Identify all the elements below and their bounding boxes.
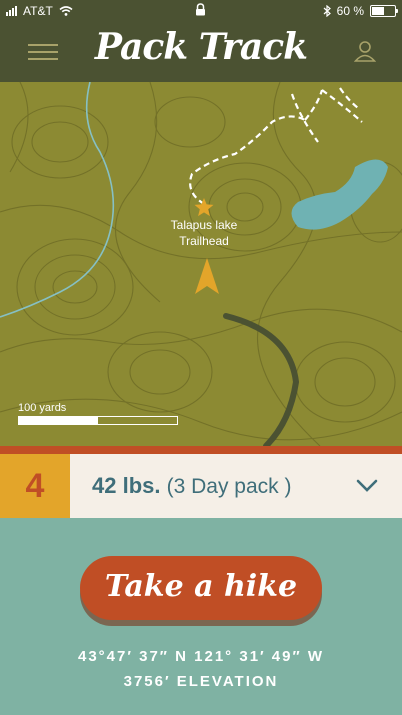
- direction-arrow-icon: [195, 258, 219, 294]
- status-right: 60 %: [323, 4, 398, 18]
- chevron-down-icon[interactable]: [356, 479, 378, 493]
- map-canvas: [0, 82, 402, 446]
- scale-bar: [18, 416, 178, 425]
- signal-icon: [6, 6, 17, 16]
- trail-map[interactable]: Talapus lake Trailhead 100 yards: [0, 82, 402, 446]
- wifi-icon: [59, 6, 73, 16]
- battery-icon: [370, 5, 398, 17]
- pack-description: (3 Day pack ): [166, 475, 292, 498]
- status-bar: AT&T 60 %: [0, 0, 402, 22]
- trailhead-label: Talapus lake Trailhead: [150, 217, 258, 249]
- elevation-text: 3756′ ELEVATION: [123, 673, 279, 690]
- trailhead-type: Trailhead: [179, 234, 229, 248]
- pack-count: 4: [0, 454, 70, 518]
- lock-icon: [196, 3, 205, 16]
- battery-percent: 60 %: [336, 4, 364, 18]
- pack-weight: 42 lbs.: [92, 473, 161, 498]
- coordinates-text: 43°47′ 37″ N 121° 31′ 49″ W: [77, 648, 324, 665]
- app-title: Pack Track: [94, 26, 308, 68]
- scale-label: 100 yards: [18, 402, 67, 414]
- bluetooth-icon: [323, 5, 331, 17]
- status-left: AT&T: [6, 4, 73, 18]
- map-scale: 100 yards: [18, 402, 178, 425]
- app-header: Pack Track: [0, 22, 402, 82]
- carrier-label: AT&T: [23, 4, 53, 18]
- pack-summary: 42 lbs. (3 Day pack ): [92, 473, 291, 499]
- star-icon[interactable]: [194, 198, 214, 217]
- take-a-hike-button[interactable]: Take a hike: [80, 556, 322, 620]
- pack-selector[interactable]: 4 42 lbs. (3 Day pack ): [0, 454, 402, 518]
- trailhead-name: Talapus lake: [170, 218, 238, 232]
- divider-bar: [0, 446, 402, 454]
- user-icon[interactable]: [354, 40, 376, 62]
